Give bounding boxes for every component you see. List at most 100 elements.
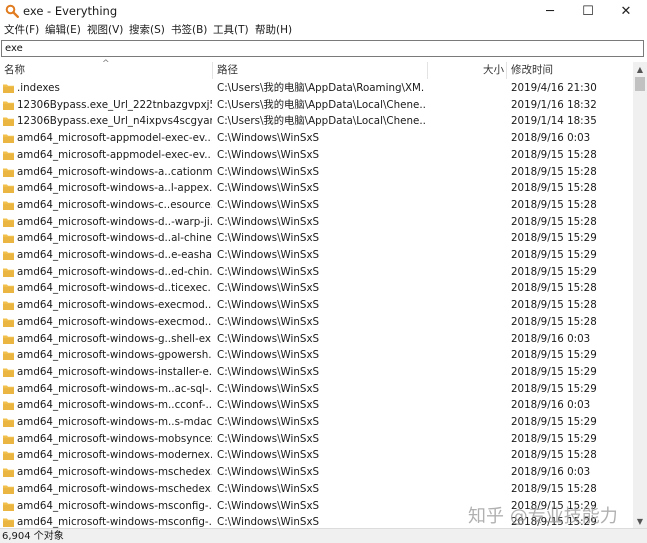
file-name: amd64_microsoft-windows-m..cconf-... [17,399,212,412]
modified-date: 2018/9/15 15:28 [511,148,597,161]
file-path: C:\Windows\WinSxS [217,349,320,362]
folder-icon [3,418,14,427]
table-row[interactable]: amd64_microsoft-windows-d..ed-chin... C:\… [0,264,633,281]
menu-view[interactable]: 视图(V) [87,24,123,37]
folder-icon [3,485,14,494]
table-row[interactable]: amd64_microsoft-windows-mobsyncex... C:\W… [0,431,633,448]
table-row[interactable]: amd64_microsoft-windows-execmod... C:\Win… [0,314,633,331]
table-row[interactable]: amd64_microsoft-windows-c..esource... C:\… [0,197,633,214]
table-row[interactable]: amd64_microsoft-windows-mschedex... C:\Wi… [0,481,633,498]
table-row[interactable]: amd64_microsoft-windows-a..l-appex... C:\… [0,180,633,197]
modified-date: 2018/9/15 15:28 [511,198,597,211]
modified-date: 2018/9/15 15:29 [511,265,597,278]
table-row[interactable]: 12306Bypass.exe_Url_222tnbazgvpxj5... C:\… [0,97,633,114]
table-row[interactable]: amd64_microsoft-windows-d..e-easha... C:\… [0,247,633,264]
column-name[interactable]: 名称 [4,63,25,77]
search-input[interactable]: exe [1,40,644,57]
column-divider[interactable] [506,62,507,79]
column-size[interactable]: 大小 [483,63,504,77]
file-path: C:\Windows\WinSxS [217,399,320,412]
modified-date: 2018/9/15 15:28 [511,215,597,228]
folder-icon [3,284,14,294]
modified-date: 2018/9/16 0:03 [511,332,591,345]
file-path: C:\Windows\WinSxS [217,215,320,228]
folder-icon [3,368,14,377]
table-row[interactable]: amd64_microsoft-windows-msconfig-... C:\W… [0,498,633,515]
table-row[interactable]: amd64_microsoft-windows-d..al-chine... C:… [0,230,633,247]
modified-date: 2019/4/16 21:30 [511,82,597,94]
table-row[interactable]: .indexes C:\Users\我的电脑\AppData\Roaming\XM… [0,80,633,97]
file-name: amd64_microsoft-windows-a..cationm... [17,165,212,178]
table-row[interactable]: amd64_microsoft-windows-msconfig-... C:\W… [0,514,633,528]
file-name: amd64_microsoft-windows-gpowersh... [17,349,212,362]
maximize-button[interactable]: ☐ [569,0,607,22]
scroll-up-icon[interactable]: ▲ [633,62,647,76]
modified-date: 2018/9/15 15:29 [511,516,597,528]
file-path: C:\Windows\WinSxS [217,449,320,462]
modified-date: 2019/1/14 18:35 [511,115,597,128]
menu-file[interactable]: 文件(F) [4,24,39,37]
table-row[interactable]: 12306Bypass.exe_Url_n4ixpvs4scgyan... C:\… [0,113,633,130]
folder-icon [3,318,14,327]
folder-icon [3,151,14,160]
table-row[interactable]: amd64_microsoft-windows-a..cationm... C:\… [0,164,633,181]
file-path: C:\Users\我的电脑\AppData\Local\Chene... [217,98,425,111]
folder-icon [3,84,14,93]
table-row[interactable]: amd64_microsoft-windows-m..s-mdac... C:\W… [0,414,633,431]
modified-date: 2019/1/16 18:32 [511,98,597,111]
file-name: amd64_microsoft-windows-g..shell-ex... [17,332,212,345]
table-row[interactable]: amd64_microsoft-windows-execmod... C:\Win… [0,297,633,314]
column-path[interactable]: 路径 [217,63,238,77]
folder-icon [3,401,14,411]
table-row[interactable]: amd64_microsoft-windows-m..ac-sql-... C:\… [0,381,633,398]
file-name: amd64_microsoft-windows-m..ac-sql-... [17,382,212,395]
table-row[interactable]: amd64_microsoft-windows-m..cconf-... C:\W… [0,397,633,414]
file-name: amd64_microsoft-windows-mschedex... [17,482,212,495]
file-name: amd64_microsoft-windows-mschedex... [17,466,212,479]
menu-bookmarks[interactable]: 书签(B) [171,24,207,37]
folder-icon [3,385,14,394]
folder-icon [3,234,14,244]
table-row[interactable]: amd64_microsoft-windows-installer-e... C:… [0,364,633,381]
file-name: amd64_microsoft-windows-mobsyncex... [17,432,212,445]
results-list: .indexes C:\Users\我的电脑\AppData\Roaming\XM… [0,80,633,528]
file-name: amd64_microsoft-windows-execmod... [17,299,212,312]
menu-tools[interactable]: 工具(T) [213,24,249,37]
folder-icon [3,351,14,361]
table-row[interactable]: amd64_microsoft-windows-mschedex... C:\Wi… [0,464,633,481]
minimize-button[interactable]: ─ [531,0,569,22]
table-row[interactable]: amd64_microsoft-appmodel-exec-ev... C:\Wi… [0,147,633,164]
vertical-scrollbar[interactable]: ▲ ▼ [633,62,647,528]
menu-edit[interactable]: 编辑(E) [45,24,81,37]
file-name: amd64_microsoft-windows-d..al-chine... [17,232,212,245]
folder-icon [3,251,14,260]
menu-search[interactable]: 搜索(S) [129,24,165,37]
modified-date: 2018/9/15 15:29 [511,365,597,378]
table-row[interactable]: amd64_microsoft-windows-modernex... C:\Wi… [0,447,633,464]
file-path: C:\Windows\WinSxS [217,416,320,428]
table-row[interactable]: amd64_microsoft-windows-d..ticexec... C:\… [0,280,633,297]
scroll-thumb[interactable] [635,77,645,91]
table-row[interactable]: amd64_microsoft-appmodel-exec-ev... C:\Wi… [0,130,633,147]
file-name: amd64_microsoft-windows-d..ed-chin... [17,265,212,278]
column-divider[interactable] [427,62,428,79]
table-row[interactable]: amd64_microsoft-windows-g..shell-ex... C:… [0,331,633,348]
modified-date: 2018/9/16 0:03 [511,466,591,479]
file-path: C:\Windows\WinSxS [217,249,320,261]
folder-icon [3,134,14,144]
file-name: amd64_microsoft-windows-d..e-easha... [17,249,212,261]
modified-date: 2018/9/15 15:28 [511,482,597,495]
table-row[interactable]: amd64_microsoft-windows-d..-warp-ji... C:… [0,214,633,231]
file-name: amd64_microsoft-appmodel-exec-ev... [17,148,212,161]
column-divider[interactable] [212,62,213,79]
scroll-down-icon[interactable]: ▼ [633,514,647,528]
file-path: C:\Windows\WinSxS [217,282,320,295]
column-modified[interactable]: 修改时间 [511,63,553,77]
close-button[interactable]: ✕ [607,0,645,22]
table-row[interactable]: amd64_microsoft-windows-gpowersh... C:\Wi… [0,347,633,364]
modified-date: 2018/9/15 15:28 [511,282,597,295]
menu-help[interactable]: 帮助(H) [255,24,292,37]
modified-date: 2018/9/15 15:28 [511,449,597,462]
modified-date: 2018/9/15 15:29 [511,232,597,245]
file-name: amd64_microsoft-appmodel-exec-ev... [17,132,212,145]
